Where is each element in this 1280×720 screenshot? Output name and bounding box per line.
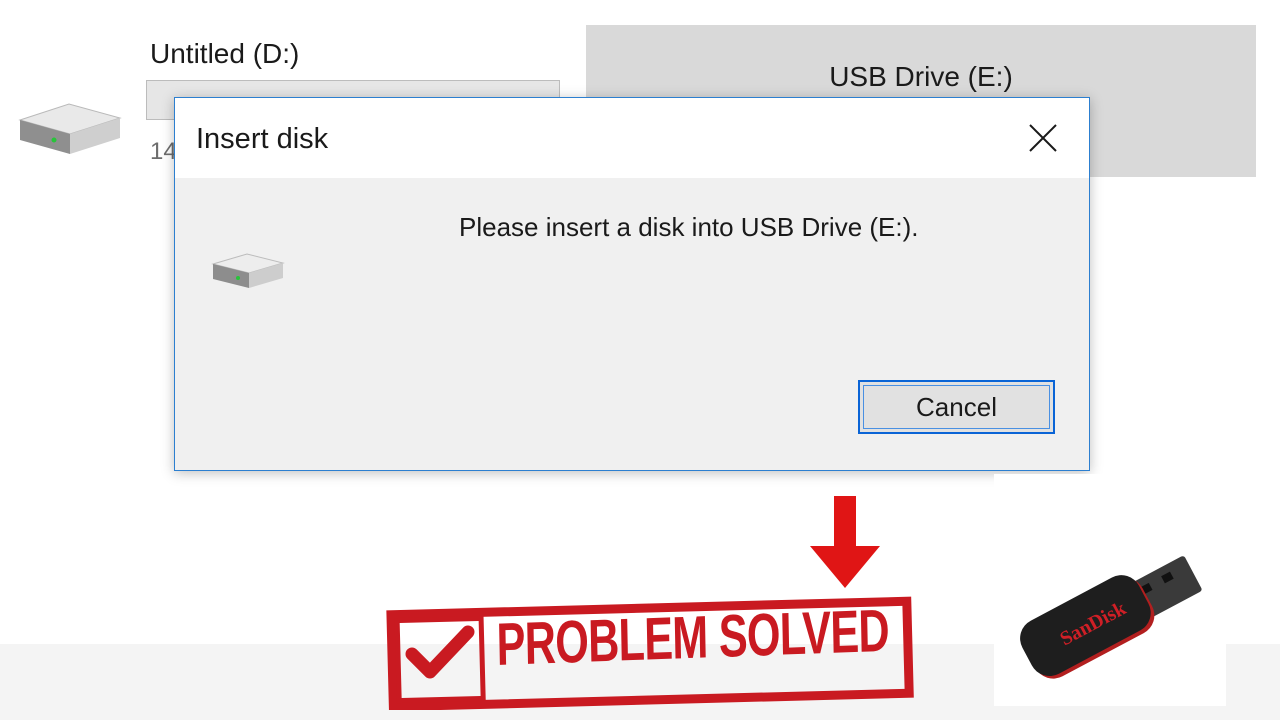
problem-solved-text: PROBLEM SOLVED bbox=[496, 596, 890, 678]
close-icon bbox=[1029, 124, 1057, 152]
down-arrow-icon bbox=[808, 492, 882, 595]
checkmark-icon bbox=[404, 622, 476, 689]
usb-flash-drive-image: SanDisk bbox=[994, 474, 1226, 706]
drive-d-label[interactable]: Untitled (D:) bbox=[150, 38, 299, 70]
drive-d-icon bbox=[12, 98, 126, 163]
dialog-titlebar[interactable]: Insert disk bbox=[175, 98, 1089, 178]
drive-e-label: USB Drive (E:) bbox=[829, 61, 1013, 92]
insert-disk-dialog: Insert disk Please insert a disk into US… bbox=[174, 97, 1090, 471]
close-button[interactable] bbox=[1025, 120, 1061, 156]
cancel-button[interactable]: Cancel bbox=[858, 380, 1055, 434]
dialog-message: Please insert a disk into USB Drive (E:)… bbox=[459, 212, 919, 242]
problem-solved-stamp: PROBLEM SOLVED bbox=[386, 592, 914, 710]
drive-d-size-text: 14 bbox=[150, 138, 177, 165]
drive-icon bbox=[209, 250, 287, 297]
dialog-title: Insert disk bbox=[196, 123, 329, 155]
